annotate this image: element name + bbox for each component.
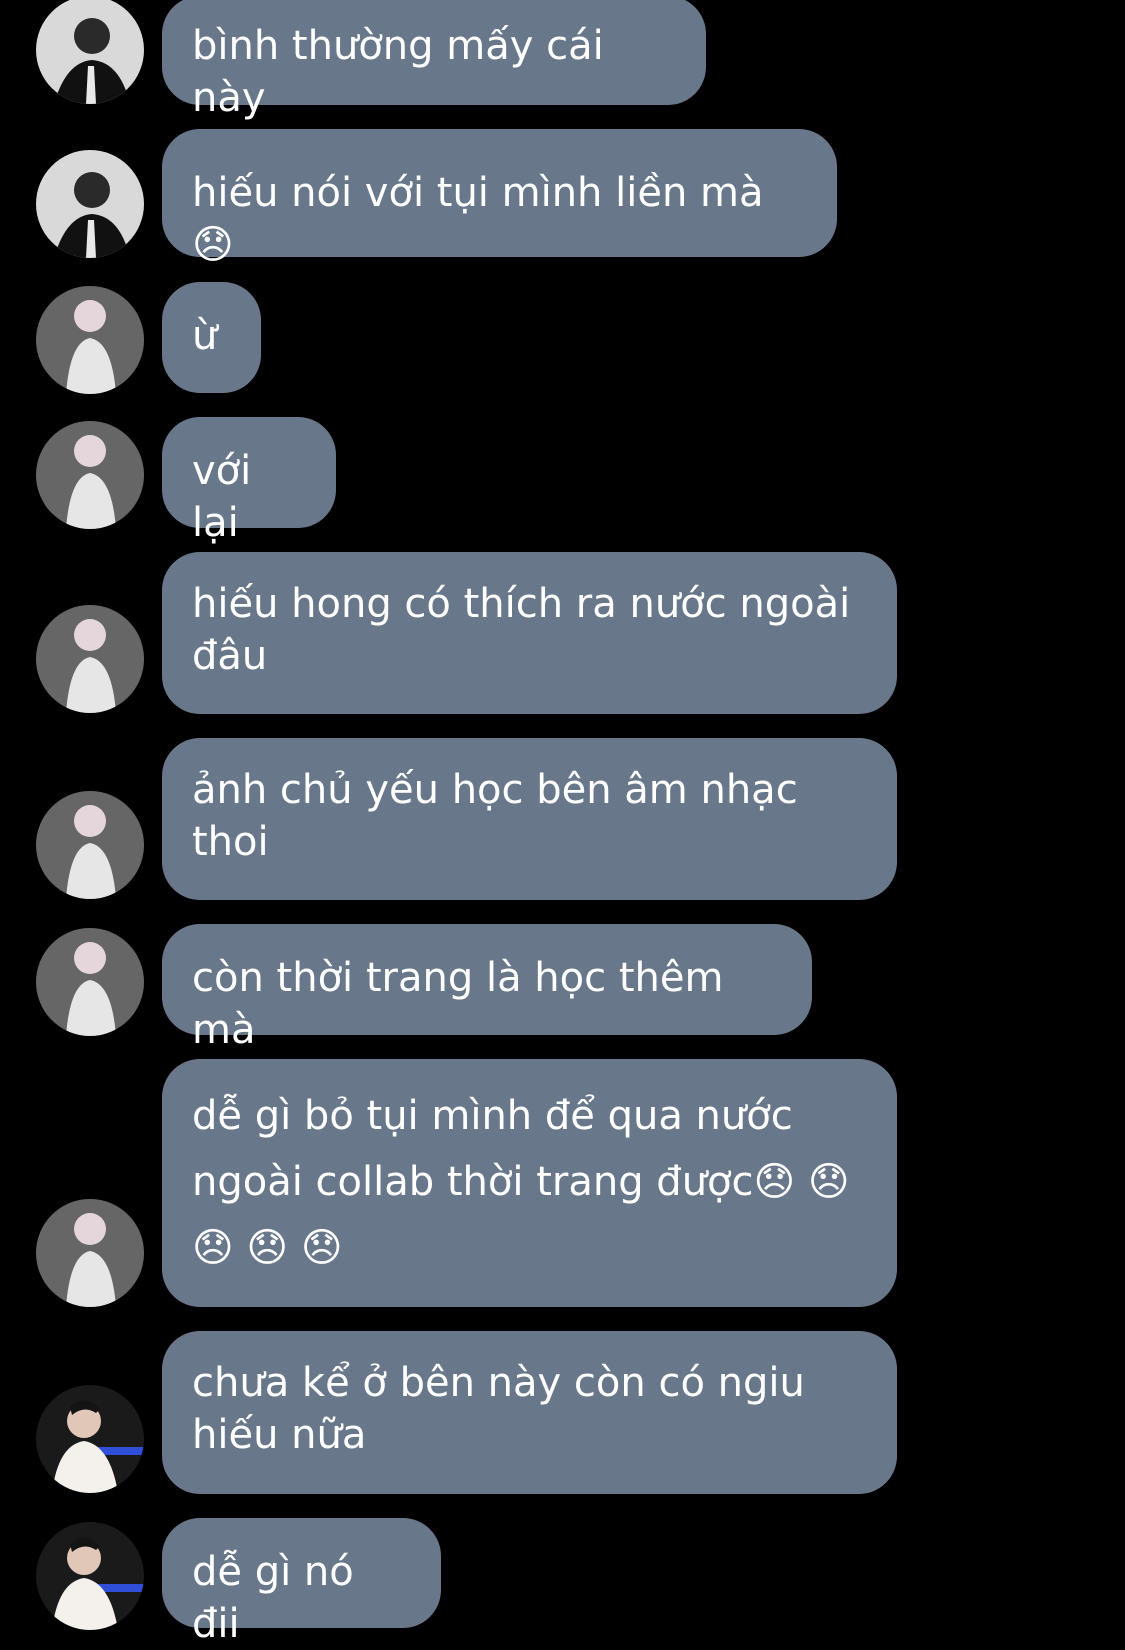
avatar-white-hair-person[interactable] <box>36 1199 144 1307</box>
message-row: dễ gì bỏ tụi mình để qua nước ngoài coll… <box>0 1059 1125 1307</box>
message-row: với lại <box>0 417 1125 546</box>
message-row: chưa kể ở bên này còn có ngiu hiếu nữa <box>0 1331 1125 1494</box>
message-row: ừ <box>0 282 1125 394</box>
message-bubble[interactable]: dễ gì nó đii <box>162 1518 441 1647</box>
message-bubble[interactable]: với lại <box>162 417 336 546</box>
avatar-white-shirt-person[interactable] <box>36 1385 144 1493</box>
avatar-white-hair-person[interactable] <box>36 928 144 1036</box>
message-bubble[interactable]: còn thời trang là học thêm mà <box>162 924 812 1053</box>
message-bubble[interactable]: chưa kể ở bên này còn có ngiu hiếu nữa <box>162 1331 897 1494</box>
message-row: dễ gì nó đii <box>0 1518 1125 1647</box>
avatar-white-hair-person[interactable] <box>36 421 144 529</box>
message-bubble[interactable]: hiếu hong có thích ra nước ngoài đâu <box>162 552 897 714</box>
message-bubble[interactable]: hiếu nói với tụi mình liền mà 😞 <box>162 129 837 268</box>
avatar-white-hair-person[interactable] <box>36 605 144 713</box>
message-row: còn thời trang là học thêm mà <box>0 924 1125 1053</box>
avatar-white-hair-person[interactable] <box>36 791 144 899</box>
avatar-dark-suit-person[interactable] <box>36 0 144 104</box>
avatar-white-shirt-person[interactable] <box>36 1522 144 1630</box>
message-row: bình thường mấy cái này <box>0 0 1125 121</box>
message-bubble[interactable]: dễ gì bỏ tụi mình để qua nước ngoài coll… <box>162 1059 897 1307</box>
message-row: ảnh chủ yếu học bên âm nhạc thoi <box>0 738 1125 900</box>
message-row: hiếu hong có thích ra nước ngoài đâu <box>0 552 1125 714</box>
message-bubble[interactable]: bình thường mấy cái này <box>162 0 706 121</box>
chat-thread: bình thường mấy cái này hiếu nói với tụi… <box>0 0 1125 1647</box>
avatar-dark-suit-person[interactable] <box>36 150 144 258</box>
message-bubble[interactable]: ừ <box>162 282 261 393</box>
message-row: hiếu nói với tụi mình liền mà 😞 <box>0 128 1125 268</box>
avatar-white-hair-person[interactable] <box>36 286 144 394</box>
message-bubble[interactable]: ảnh chủ yếu học bên âm nhạc thoi <box>162 738 897 900</box>
